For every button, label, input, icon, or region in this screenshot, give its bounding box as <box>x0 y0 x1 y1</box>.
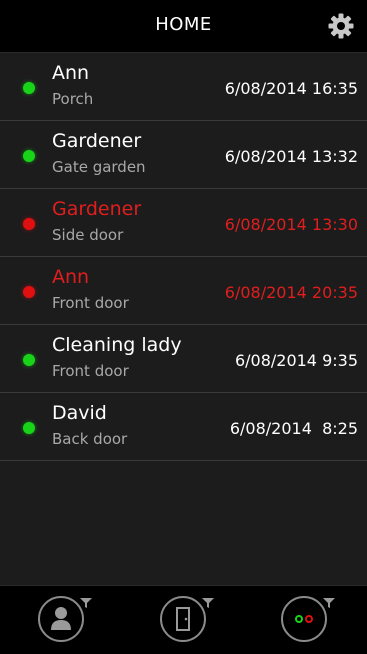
status-dots-icon <box>295 615 313 623</box>
person-filter-button[interactable] <box>38 596 84 642</box>
event-time: 6/08/2014 8:25 <box>229 419 358 438</box>
event-time: 6/08/2014 16:35 <box>224 79 358 98</box>
status-dot-icon <box>23 422 35 434</box>
event-person: Gardener <box>52 198 142 220</box>
person-icon <box>51 607 71 630</box>
filter-icon <box>323 598 335 608</box>
event-person: Cleaning lady <box>52 334 182 356</box>
event-time: 6/08/2014 20:35 <box>224 283 358 302</box>
status-dot-icon <box>23 150 35 162</box>
door-filter-button[interactable] <box>160 596 206 642</box>
event-location: Front door <box>52 362 129 380</box>
event-location: Back door <box>52 430 128 448</box>
event-location: Porch <box>52 90 94 108</box>
filter-icon <box>202 598 214 608</box>
page-title: HOME <box>155 14 212 35</box>
event-person: Gardener <box>52 130 142 152</box>
header-bar: HOME <box>0 0 367 53</box>
status-dot-icon <box>23 354 35 366</box>
event-location: Side door <box>52 226 124 244</box>
event-row[interactable]: Gardener Gate garden 6/08/2014 13:32 <box>0 121 367 189</box>
event-location: Gate garden <box>52 158 146 176</box>
event-row[interactable]: Gardener Side door 6/08/2014 13:30 <box>0 189 367 257</box>
status-dot-icon <box>23 82 35 94</box>
event-time: 6/08/2014 9:35 <box>234 351 358 370</box>
event-person: Ann <box>52 62 90 84</box>
status-dot-icon <box>23 286 35 298</box>
filter-icon <box>80 598 92 608</box>
event-location: Front door <box>52 294 129 312</box>
status-dot-icon <box>23 218 35 230</box>
event-person: David <box>52 402 107 424</box>
event-row[interactable]: David Back door 6/08/2014 8:25 <box>0 393 367 461</box>
event-row[interactable]: Ann Porch 6/08/2014 16:35 <box>0 53 367 121</box>
event-time: 6/08/2014 13:32 <box>224 147 358 166</box>
status-filter-button[interactable] <box>281 596 327 642</box>
footer-bar <box>0 585 367 654</box>
door-icon <box>176 607 190 631</box>
event-list: Ann Porch 6/08/2014 16:35 Gardener Gate … <box>0 53 367 461</box>
event-person: Ann <box>52 266 90 288</box>
event-time: 6/08/2014 13:30 <box>224 215 358 234</box>
event-row[interactable]: Ann Front door 6/08/2014 20:35 <box>0 257 367 325</box>
event-row[interactable]: Cleaning lady Front door 6/08/2014 9:35 <box>0 325 367 393</box>
gear-icon[interactable] <box>327 12 355 40</box>
